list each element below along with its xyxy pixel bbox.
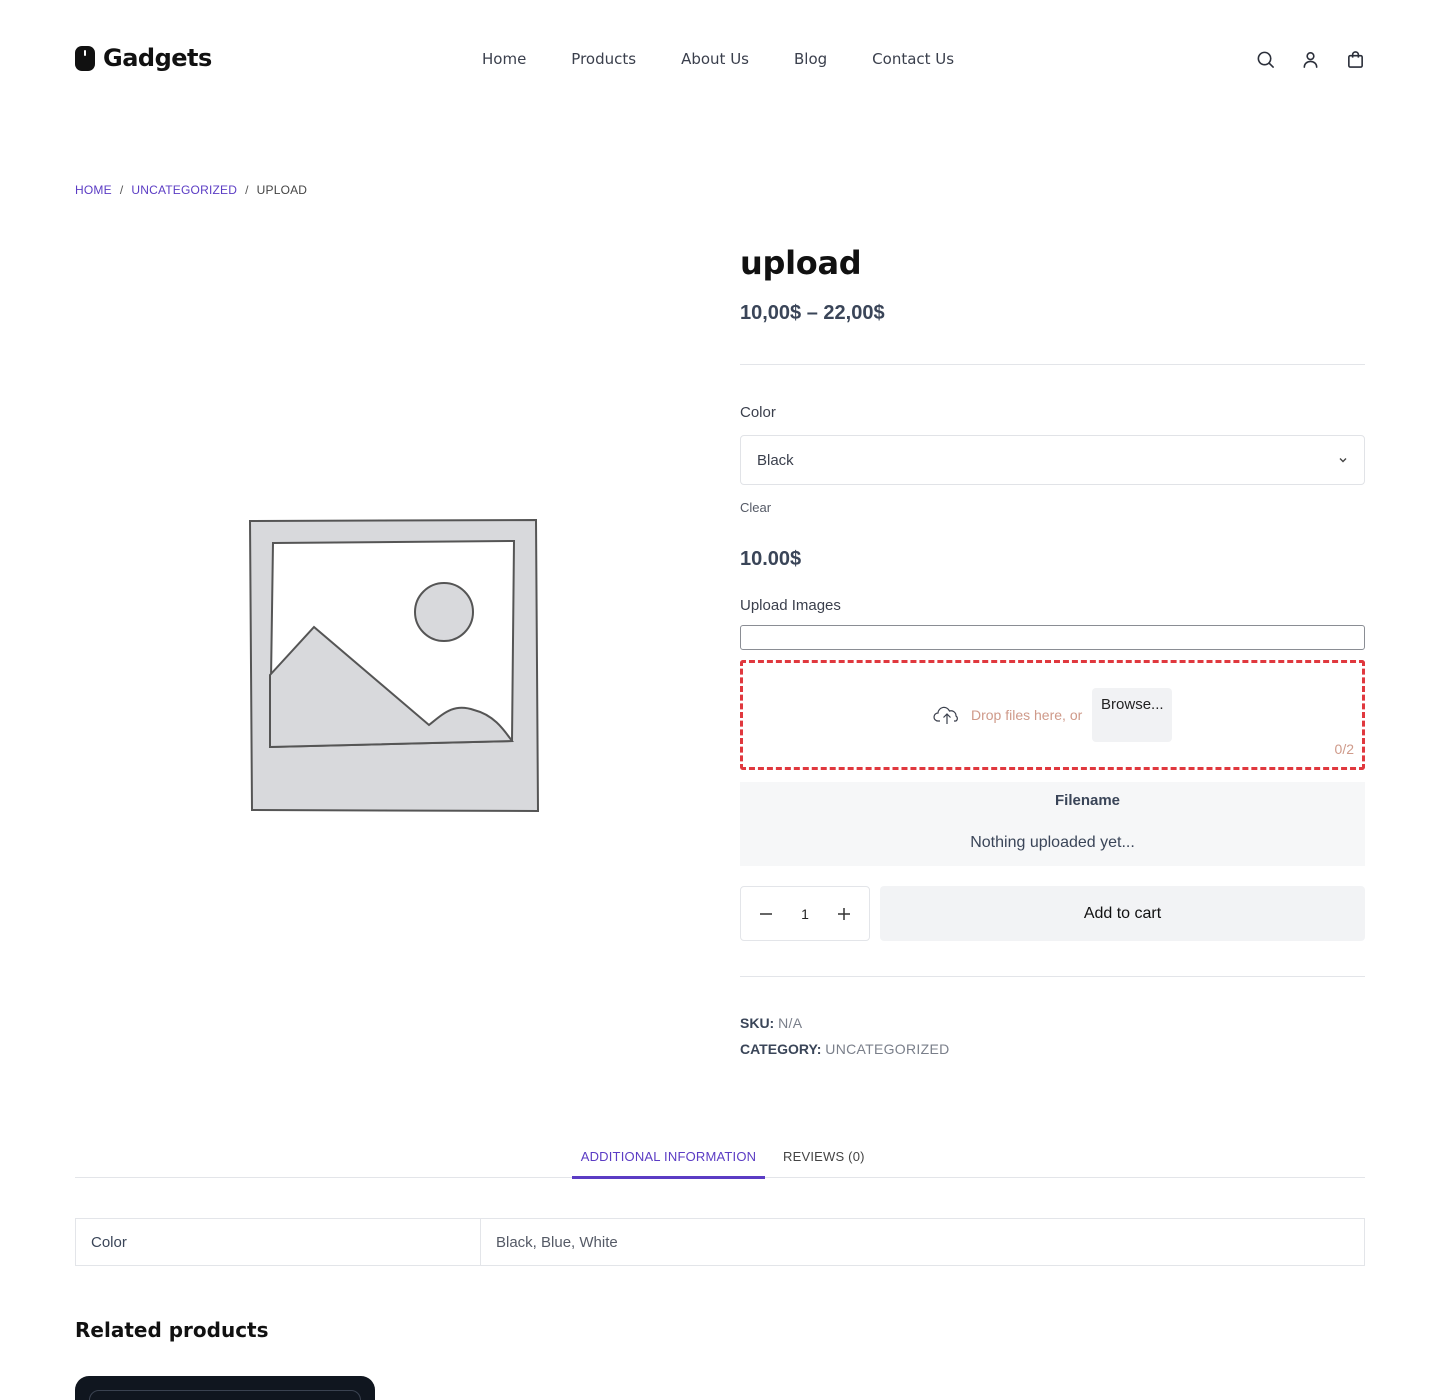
nav-products[interactable]: Products xyxy=(571,50,636,68)
chevron-down-icon xyxy=(1339,458,1347,463)
color-select-value: Black xyxy=(757,451,794,469)
price-range: 10,00$ – 22,00$ xyxy=(740,302,885,324)
search-icon[interactable] xyxy=(1256,50,1275,69)
color-label: Color xyxy=(740,404,776,421)
variation-price: 10.00$ xyxy=(740,548,802,570)
product-title: upload xyxy=(740,244,862,282)
attributes-table: Color Black, Blue, White xyxy=(75,1218,1365,1266)
nav-blog[interactable]: Blog xyxy=(794,50,827,68)
account-icon[interactable] xyxy=(1301,50,1320,69)
color-select[interactable]: Black xyxy=(740,435,1365,485)
quantity-stepper: 1 xyxy=(740,886,870,941)
product-image-placeholder[interactable] xyxy=(244,515,542,815)
breadcrumb-home[interactable]: HOME xyxy=(75,183,112,197)
upload-counter: 0/2 xyxy=(1334,741,1354,757)
related-products-title: Related products xyxy=(75,1318,269,1342)
active-tab-indicator xyxy=(572,1176,765,1179)
tab-additional-information[interactable]: ADDITIONAL INFORMATION xyxy=(572,1149,765,1164)
breadcrumb: HOME / UNCATEGORIZED / UPLOAD xyxy=(75,183,307,197)
nav-home[interactable]: Home xyxy=(482,50,526,68)
upload-images-label: Upload Images xyxy=(740,597,841,614)
sku-meta: SKU: N/A xyxy=(740,1015,802,1031)
uploaded-files-panel: Filename Nothing uploaded yet... xyxy=(740,782,1365,866)
divider xyxy=(740,976,1365,977)
breadcrumb-category[interactable]: UNCATEGORIZED xyxy=(131,183,237,197)
sku-value: N/A xyxy=(778,1015,803,1031)
logo-text: Gadgets xyxy=(103,44,212,72)
filename-header: Filename xyxy=(1055,792,1121,809)
plus-icon[interactable] xyxy=(837,907,851,921)
clear-variation-link[interactable]: Clear xyxy=(740,500,771,515)
divider xyxy=(740,364,1365,365)
minus-icon[interactable] xyxy=(759,907,773,921)
breadcrumb-current: UPLOAD xyxy=(256,183,308,197)
related-product-card[interactable] xyxy=(75,1376,375,1400)
header-actions xyxy=(1256,50,1365,69)
cloud-upload-icon xyxy=(933,706,958,724)
attribute-name: Color xyxy=(76,1219,481,1265)
dropzone-content: Drop files here, or Browse... xyxy=(933,688,1173,742)
browse-button[interactable]: Browse... xyxy=(1092,688,1173,742)
breadcrumb-separator: / xyxy=(119,183,124,197)
quantity-value[interactable]: 1 xyxy=(801,906,809,922)
category-label: CATEGORY: xyxy=(740,1041,822,1057)
category-meta: CATEGORY: UNCATEGORIZED xyxy=(740,1041,950,1057)
tab-reviews[interactable]: REVIEWS (0) xyxy=(783,1149,865,1164)
nav-contact-us[interactable]: Contact Us xyxy=(872,50,954,68)
category-value-link[interactable]: UNCATEGORIZED xyxy=(825,1041,949,1057)
attribute-value: Black, Blue, White xyxy=(496,1233,618,1251)
site-header: Gadgets Home Products About Us Blog Cont… xyxy=(75,40,1365,80)
add-to-cart-button[interactable]: Add to cart xyxy=(880,886,1365,941)
upload-images-field[interactable] xyxy=(740,625,1365,650)
site-logo[interactable]: Gadgets xyxy=(75,44,212,72)
sku-label: SKU: xyxy=(740,1015,775,1031)
dropzone-text: Drop files here, or xyxy=(971,707,1083,723)
main-nav: Home Products About Us Blog Contact Us xyxy=(482,50,954,68)
file-dropzone[interactable]: Drop files here, or Browse... 0/2 xyxy=(740,660,1365,770)
breadcrumb-separator: / xyxy=(245,183,249,197)
nothing-uploaded-message: Nothing uploaded yet... xyxy=(970,834,1135,851)
nav-about-us[interactable]: About Us xyxy=(681,50,749,68)
mouse-logo-icon xyxy=(75,45,95,71)
cart-icon[interactable] xyxy=(1346,50,1365,69)
